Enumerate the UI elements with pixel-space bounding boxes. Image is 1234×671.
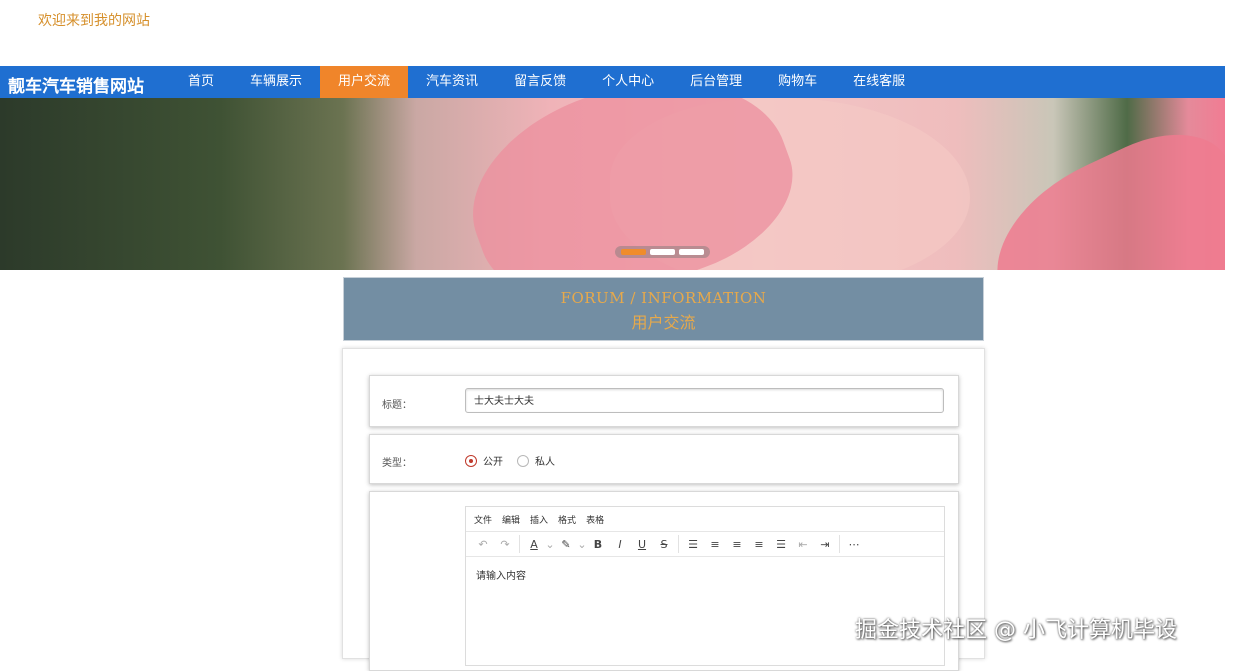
banner-petal: [968, 110, 1225, 270]
italic-icon[interactable]: I: [609, 534, 631, 554]
type-radio-private[interactable]: 私人: [517, 453, 555, 468]
chevron-down-icon[interactable]: ⌄: [545, 534, 555, 554]
toolbar-divider: [839, 535, 840, 553]
align-justify-icon[interactable]: ☰: [770, 534, 792, 554]
title-row: 标题： 士大夫士大夫: [369, 375, 959, 427]
nav-item-vehicles[interactable]: 车辆展示: [232, 66, 320, 98]
editor-menu-insert[interactable]: 插入: [530, 513, 548, 526]
type-row: 类型： 公开 私人: [369, 434, 959, 484]
indent-icon[interactable]: ⇥: [814, 534, 836, 554]
type-radio-group: 公开 私人: [465, 453, 569, 468]
type-label: 类型：: [382, 458, 412, 469]
editor-menubar: 文件 编辑 插入 格式 表格: [466, 507, 944, 532]
nav-item-feedback[interactable]: 留言反馈: [496, 66, 584, 98]
text-color-icon[interactable]: A: [523, 534, 545, 554]
redo-icon[interactable]: ↷: [494, 534, 516, 554]
strikethrough-icon[interactable]: S: [653, 534, 675, 554]
hero-banner: [0, 98, 1225, 270]
content-row: 文件 编辑 插入 格式 表格 ↶ ↷ A ⌄ ✎ ⌄ B I U S ☰ ≡ ≡…: [369, 491, 959, 671]
welcome-text: 欢迎来到我的网站: [38, 13, 150, 29]
nav-item-cart[interactable]: 购物车: [760, 66, 835, 98]
editor-toolbar: ↶ ↷ A ⌄ ✎ ⌄ B I U S ☰ ≡ ≡ ≡ ☰ ⇤ ⇥ ⋯: [466, 532, 944, 557]
title-label: 标题：: [382, 400, 412, 411]
editor-menu-edit[interactable]: 编辑: [502, 513, 520, 526]
nav-item-profile[interactable]: 个人中心: [584, 66, 672, 98]
type-option-label: 私人: [535, 457, 555, 468]
undo-icon[interactable]: ↶: [472, 534, 494, 554]
editor-menu-format[interactable]: 格式: [558, 513, 576, 526]
bold-icon[interactable]: B: [587, 534, 609, 554]
nav-item-support[interactable]: 在线客服: [835, 66, 923, 98]
carousel-dot-3[interactable]: [679, 249, 704, 255]
more-icon[interactable]: ⋯: [843, 534, 865, 554]
toolbar-divider: [519, 535, 520, 553]
outdent-icon[interactable]: ⇤: [792, 534, 814, 554]
align-center-icon[interactable]: ≡: [726, 534, 748, 554]
chevron-down-icon[interactable]: ⌄: [577, 534, 587, 554]
editor-content-area[interactable]: 请输入内容: [466, 557, 944, 592]
carousel-indicators: [615, 246, 710, 258]
site-brand[interactable]: 靓车汽车销售网站: [8, 72, 144, 97]
top-navbar: 靓车汽车销售网站 首页 车辆展示 用户交流 汽车资讯 留言反馈 个人中心 后台管…: [0, 66, 1225, 98]
editor-menu-table[interactable]: 表格: [586, 513, 604, 526]
section-title-en: FORUM / INFORMATION: [560, 289, 767, 307]
underline-icon[interactable]: U: [631, 534, 653, 554]
toolbar-divider: [678, 535, 679, 553]
carousel-dot-2[interactable]: [650, 249, 675, 255]
nav-item-news[interactable]: 汽车资讯: [408, 66, 496, 98]
radio-unchecked-icon: [517, 454, 529, 467]
radio-checked-icon: [465, 454, 477, 467]
align-left-icon[interactable]: ≡: [704, 534, 726, 554]
section-title-cn: 用户交流: [631, 313, 696, 332]
highlight-color-icon[interactable]: ✎: [555, 534, 577, 554]
align-right-icon[interactable]: ≡: [748, 534, 770, 554]
editor-menu-file[interactable]: 文件: [474, 513, 492, 526]
title-input[interactable]: 士大夫士大夫: [465, 388, 944, 413]
type-option-label: 公开: [483, 457, 503, 468]
type-radio-public[interactable]: 公开: [465, 453, 503, 468]
nav-item-home[interactable]: 首页: [170, 66, 232, 98]
nav-item-admin[interactable]: 后台管理: [672, 66, 760, 98]
list-icon[interactable]: ☰: [682, 534, 704, 554]
watermark-text: 掘金技术社区 @ 小飞计算机毕设: [855, 618, 1177, 643]
section-header: FORUM / INFORMATION 用户交流: [343, 277, 984, 341]
nav-menu: 首页 车辆展示 用户交流 汽车资讯 留言反馈 个人中心 后台管理 购物车 在线客…: [170, 66, 923, 98]
carousel-dot-1[interactable]: [621, 249, 646, 255]
nav-item-forum[interactable]: 用户交流: [320, 66, 409, 98]
